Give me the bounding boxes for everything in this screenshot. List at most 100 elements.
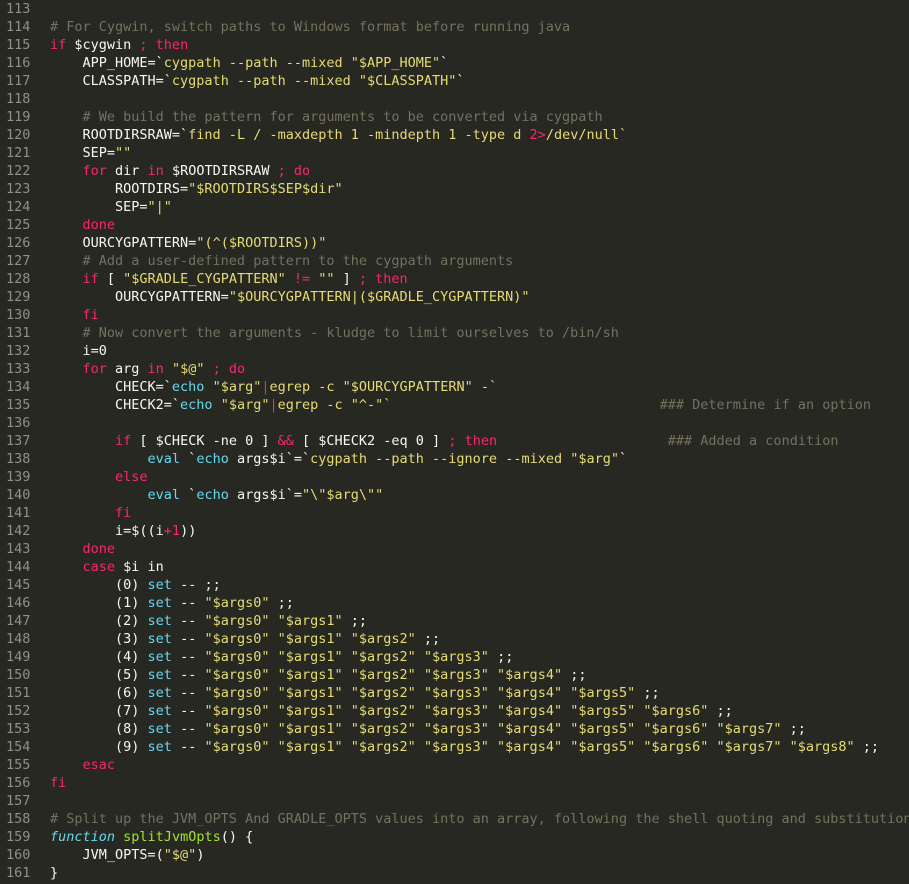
code-token: set (147, 613, 172, 629)
code-line[interactable]: 124 SEP="|" (0, 198, 909, 216)
code-line[interactable]: 130 fi (0, 306, 909, 324)
code-text: (7) set -- "$args0" "$args1" "$args2" "$… (50, 702, 733, 720)
line-number: 121 (6, 145, 31, 161)
code-line[interactable]: 139 else (0, 468, 909, 486)
code-line[interactable]: 117 CLASSPATH=`cygpath --path --mixed "$… (0, 72, 909, 90)
code-token: # Split up the JVM_OPTS And GRADLE_OPTS … (50, 811, 909, 827)
code-line[interactable]: 160 JVM_OPTS=("$@") (0, 846, 909, 864)
code-text: eval `echo args$i`=`cygpath --path --ign… (50, 450, 628, 468)
code-line[interactable]: 125 done (0, 216, 909, 234)
code-line[interactable]: 126 OURCYGPATTERN="(^($ROOTDIRS))" (0, 234, 909, 252)
code-token: "" (318, 271, 335, 287)
code-token: ;; (488, 649, 514, 665)
code-line[interactable]: 155 esac (0, 756, 909, 774)
code-text: SEP="" (50, 144, 132, 162)
code-line[interactable]: 122 for dir in $ROOTDIRSRAW ; do (0, 162, 909, 180)
code-line[interactable]: 154 (9) set -- "$args0" "$args1" "$args2… (0, 738, 909, 756)
code-text: OURCYGPATTERN="$OURCYGPATTERN|($GRADLE_C… (50, 288, 530, 306)
code-token: APP_HOME=` (50, 55, 164, 71)
code-line[interactable]: 159 function splitJvmOpts() { (0, 828, 909, 846)
code-line[interactable]: 151 (6) set -- "$args0" "$args1" "$args2… (0, 684, 909, 702)
line-number: 143 (6, 541, 31, 557)
code-text: # Add a user-defined pattern to the cygp… (50, 252, 514, 270)
code-line[interactable]: 140 eval `echo args$i`="\"$arg\"" (0, 486, 909, 504)
code-line[interactable]: 136 (0, 414, 909, 432)
line-number: 136 (6, 415, 31, 431)
line-number: 142 (6, 523, 31, 539)
code-text: fi (50, 504, 131, 522)
code-token: ` (440, 55, 449, 71)
code-line[interactable]: 157 (0, 792, 909, 810)
line-number: 153 (6, 721, 31, 737)
code-line[interactable]: 137 if [ $CHECK -ne 0 ] && [ $CHECK2 -eq… (0, 432, 909, 450)
code-line[interactable]: 161} (0, 864, 909, 882)
code-token: () { (220, 829, 254, 845)
line-number: 119 (6, 109, 31, 125)
line-number: 131 (6, 325, 31, 341)
code-token: "$args0" "$args1" "$args2" "$args3" "$ar… (204, 685, 636, 701)
code-token: "(^($ROOTDIRS))" (196, 235, 327, 251)
code-line[interactable]: 158 # Split up the JVM_OPTS And GRADLE_OP… (0, 810, 909, 828)
code-line[interactable]: 113 (0, 0, 909, 18)
code-token: (8) (50, 721, 148, 737)
code-line[interactable]: 128 if [ "$GRADLE_CYGPATTERN" != "" ] ; … (0, 270, 909, 288)
code-line[interactable]: 153 (8) set -- "$args0" "$args1" "$args2… (0, 720, 909, 738)
code-token: esac (82, 757, 116, 773)
code-line[interactable]: 145 (0) set -- ;; (0, 576, 909, 594)
code-line[interactable]: 148 (3) set -- "$args0" "$args1" "$args2… (0, 630, 909, 648)
code-line[interactable]: 149 (4) set -- "$args0" "$args1" "$args2… (0, 648, 909, 666)
code-text: # We build the pattern for arguments to … (50, 108, 603, 126)
code-line[interactable]: 116 APP_HOME=`cygpath --path --mixed "$A… (0, 54, 909, 72)
code-text: (4) set -- "$args0" "$args1" "$args2" "$… (50, 648, 513, 666)
code-line[interactable]: 142 i=$((i+1)) (0, 522, 909, 540)
code-line[interactable]: 147 (2) set -- "$args0" "$args1" ;; (0, 612, 909, 630)
code-token: find -L / -maxdepth 1 -mindepth 1 -type … (188, 127, 530, 143)
code-token: [ $CHECK -ne 0 ] (131, 433, 278, 449)
code-line[interactable]: 143 done (0, 540, 909, 558)
code-line[interactable]: 134 CHECK=`echo "$arg"|egrep -c "$OURCYG… (0, 378, 909, 396)
code-line[interactable]: 121 SEP="" (0, 144, 909, 162)
code-text: CHECK=`echo "$arg"|egrep -c "$OURCYGPATT… (50, 378, 497, 396)
code-line[interactable]: 120 ROOTDIRSRAW=`find -L / -maxdepth 1 -… (0, 126, 909, 144)
code-token: ) (196, 847, 205, 863)
code-line[interactable]: 129 OURCYGPATTERN="$OURCYGPATTERN|($GRAD… (0, 288, 909, 306)
code-line[interactable]: 138 eval `echo args$i`=`cygpath --path -… (0, 450, 909, 468)
code-token: echo (180, 397, 213, 413)
code-line[interactable]: 156 fi (0, 774, 909, 792)
code-token: set (147, 577, 172, 593)
line-number: 134 (6, 379, 31, 395)
line-number: 157 (6, 793, 31, 809)
code-line[interactable]: 118 (0, 90, 909, 108)
code-line[interactable]: 119 # We build the pattern for arguments… (0, 108, 909, 126)
code-line[interactable]: 144 case $i in (0, 558, 909, 576)
code-token: -- (171, 631, 205, 647)
code-line[interactable]: 115 if $cygwin ; then (0, 36, 909, 54)
code-line[interactable]: 133 for arg in "$@" ; do (0, 360, 909, 378)
code-text: (9) set -- "$args0" "$args1" "$args2" "$… (50, 738, 879, 756)
line-number: 161 (6, 865, 31, 881)
code-line[interactable]: 152 (7) set -- "$args0" "$args1" "$args2… (0, 702, 909, 720)
code-line[interactable]: 127 # Add a user-defined pattern to the … (0, 252, 909, 270)
code-line[interactable]: 114 # For Cygwin, switch paths to Windows… (0, 18, 909, 36)
code-line[interactable]: 135 CHECK2=`echo "$arg"|egrep -c "^-"` #… (0, 396, 909, 414)
code-line[interactable]: 132 i=0 (0, 342, 909, 360)
code-token: "$ROOTDIRS$SEP$dir" (188, 181, 343, 197)
line-number: 137 (6, 433, 31, 449)
code-token: set (147, 667, 172, 683)
code-line[interactable]: 141 fi (0, 504, 909, 522)
line-number: 148 (6, 631, 31, 647)
code-line[interactable]: 146 (1) set -- "$args0" ;; (0, 594, 909, 612)
code-token: for (82, 163, 107, 179)
code-line[interactable]: 150 (5) set -- "$args0" "$args1" "$args2… (0, 666, 909, 684)
code-text: SEP="|" (50, 198, 172, 216)
code-token: -- (171, 595, 205, 611)
code-line[interactable]: 131 # Now convert the arguments - kludge… (0, 324, 909, 342)
code-token: 2> (529, 127, 546, 143)
code-token: (1) (50, 595, 148, 611)
code-token: ;; (781, 721, 806, 737)
code-line[interactable]: 123 ROOTDIRS="$ROOTDIRS$SEP$dir" (0, 180, 909, 198)
code-editor[interactable]: 113 114 # For Cygwin, switch paths to Wind… (0, 0, 909, 884)
